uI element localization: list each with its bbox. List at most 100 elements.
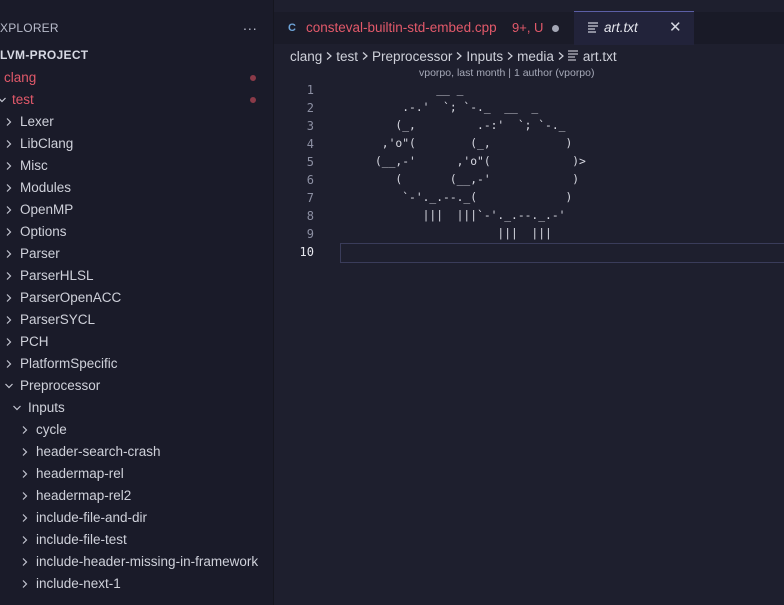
breadcrumb-item[interactable]: Preprocessor	[372, 49, 452, 64]
code-line[interactable]: ,'o"( (_, )	[341, 135, 572, 153]
tree-item-headermap-rel[interactable]: headermap-rel	[0, 463, 273, 485]
code-line[interactable]: (__,-' ,'o"( )>	[341, 153, 586, 171]
code-line[interactable]: ( (__,-' )	[341, 171, 579, 189]
line-number: 9	[306, 227, 314, 241]
tree-item-label: Modules	[20, 180, 72, 195]
tree-item-parseropenacc[interactable]: ParserOpenACC	[0, 287, 273, 309]
tree-item-label: OpenMP	[20, 202, 74, 217]
tree-item-parsersycl[interactable]: ParserSYCL	[0, 309, 273, 331]
code-line[interactable]: .-.' `; `-._ __ _	[341, 99, 538, 117]
tree-item-label: Inputs	[28, 400, 65, 415]
tree-item-preprocessor[interactable]: Preprocessor	[0, 375, 273, 397]
tree-item-platformspecific[interactable]: PlatformSpecific	[0, 353, 273, 375]
chevron-right-icon	[3, 111, 15, 133]
tree-item-inputs[interactable]: Inputs	[0, 397, 273, 419]
tab-label: art.txt	[604, 20, 638, 35]
chevron-right-icon	[3, 221, 15, 243]
chevron-right-icon	[361, 49, 369, 64]
tree-item-include-header-missing-in-framework[interactable]: include-header-missing-in-framework	[0, 551, 273, 573]
tree-item-cycle[interactable]: cycle	[0, 419, 273, 441]
tree-item-misc[interactable]: Misc	[0, 155, 273, 177]
tree-item-label: Parser	[20, 246, 60, 261]
tree-item-label: clang	[4, 70, 37, 85]
chevron-right-icon	[325, 49, 333, 64]
code-line[interactable]: ||| |||	[341, 225, 551, 243]
chevron-right-icon	[557, 49, 565, 64]
tree-item-openmp[interactable]: OpenMP	[0, 199, 273, 221]
current-line-highlight	[340, 243, 784, 263]
line-number: 1	[306, 83, 314, 97]
tree-item-label: ParserSYCL	[20, 312, 96, 327]
tree-item-headermap-rel2[interactable]: headermap-rel2	[0, 485, 273, 507]
breadcrumb-item[interactable]: test	[336, 49, 358, 64]
text-file-icon	[567, 49, 578, 64]
tree-item-test[interactable]: test	[0, 89, 273, 111]
blame-annotation[interactable]: vporpo, last month | 1 author (vporpo)	[419, 67, 595, 79]
tree-item-label: PlatformSpecific	[20, 356, 118, 371]
tree-item-include-file-and-dir[interactable]: include-file-and-dir	[0, 507, 273, 529]
line-number: 4	[306, 137, 314, 151]
chevron-right-icon	[3, 199, 15, 221]
tree-item-lexer[interactable]: Lexer	[0, 111, 273, 133]
tree-item-label: test	[12, 92, 34, 107]
tree-item-pch[interactable]: PCH	[0, 331, 273, 353]
line-number: 6	[306, 173, 314, 187]
chevron-down-icon	[11, 397, 23, 419]
chevron-right-icon	[3, 133, 15, 155]
editor-area: C consteval-builtin-std-embed.cpp 9+, U …	[274, 0, 784, 605]
project-title[interactable]: LVM-PROJECT	[0, 48, 88, 62]
tree-item-label: include-file-and-dir	[36, 510, 148, 525]
line-number: 7	[306, 191, 314, 205]
breadcrumb-item[interactable]: Inputs	[466, 49, 503, 64]
tab-problem-status: 9+, U	[512, 20, 544, 35]
explorer-title: XPLORER	[0, 21, 59, 35]
tree-item-label: ParserHLSL	[20, 268, 94, 283]
breadcrumb-item[interactable]: media	[517, 49, 554, 64]
tree-item-label: LibClang	[20, 136, 74, 151]
tree-item-label: Misc	[20, 158, 48, 173]
tree-item-libclang[interactable]: LibClang	[0, 133, 273, 155]
tree-item-label: headermap-rel2	[36, 488, 132, 503]
breadcrumb-item[interactable]: clang	[290, 49, 322, 64]
line-number: 5	[306, 155, 314, 169]
cpp-file-icon: C	[288, 22, 296, 34]
chevron-right-icon	[19, 463, 31, 485]
close-icon[interactable]: ✕	[669, 12, 682, 44]
tree-item-label: include-next-1	[36, 576, 121, 591]
tree-item-header-search-crash[interactable]: header-search-crash	[0, 441, 273, 463]
code-line[interactable]: ||| |||`-'._.--._.-'	[341, 207, 566, 225]
line-number: 2	[306, 101, 314, 115]
tab-consteval-builtin-std-embed[interactable]: C consteval-builtin-std-embed.cpp 9+, U	[274, 12, 574, 44]
code-line[interactable]: (_, .-:' `; `-._	[341, 117, 565, 135]
tree-item-label: include-header-missing-in-framework	[36, 554, 259, 569]
more-actions-icon[interactable]: ...	[243, 17, 258, 33]
tree-item-include-file-test[interactable]: include-file-test	[0, 529, 273, 551]
code-line[interactable]: `-'._.--._( )	[341, 189, 572, 207]
tree-item-label: include-file-test	[36, 532, 127, 547]
chevron-right-icon	[19, 507, 31, 529]
chevron-right-icon	[19, 485, 31, 507]
tree-item-include-next-1[interactable]: include-next-1	[0, 573, 273, 595]
tree-item-label: Preprocessor	[20, 378, 101, 393]
breadcrumb-item[interactable]: art.txt	[583, 49, 617, 64]
code-line[interactable]: __ _	[341, 81, 463, 99]
tree-item-options[interactable]: Options	[0, 221, 273, 243]
tab-art-txt[interactable]: art.txt ✕	[574, 11, 694, 45]
tree-item-parser[interactable]: Parser	[0, 243, 273, 265]
line-number: 10	[299, 245, 314, 259]
unsaved-dot-icon[interactable]	[552, 25, 559, 32]
tree-item-label: Options	[20, 224, 67, 239]
tree-item-label: cycle	[36, 422, 67, 437]
tree-item-modules[interactable]: Modules	[0, 177, 273, 199]
chevron-right-icon	[3, 309, 15, 331]
tab-bar: C consteval-builtin-std-embed.cpp 9+, U …	[274, 11, 784, 45]
chevron-right-icon	[19, 529, 31, 551]
tree-item-parserhlsl[interactable]: ParserHLSL	[0, 265, 273, 287]
chevron-right-icon	[19, 441, 31, 463]
chevron-right-icon	[3, 177, 15, 199]
tree-item-label: Lexer	[20, 114, 54, 129]
chevron-right-icon	[3, 287, 15, 309]
tree-item-clang[interactable]: clang	[0, 67, 273, 89]
explorer-header: XPLORER ...	[0, 17, 273, 39]
line-number: 3	[306, 119, 314, 133]
